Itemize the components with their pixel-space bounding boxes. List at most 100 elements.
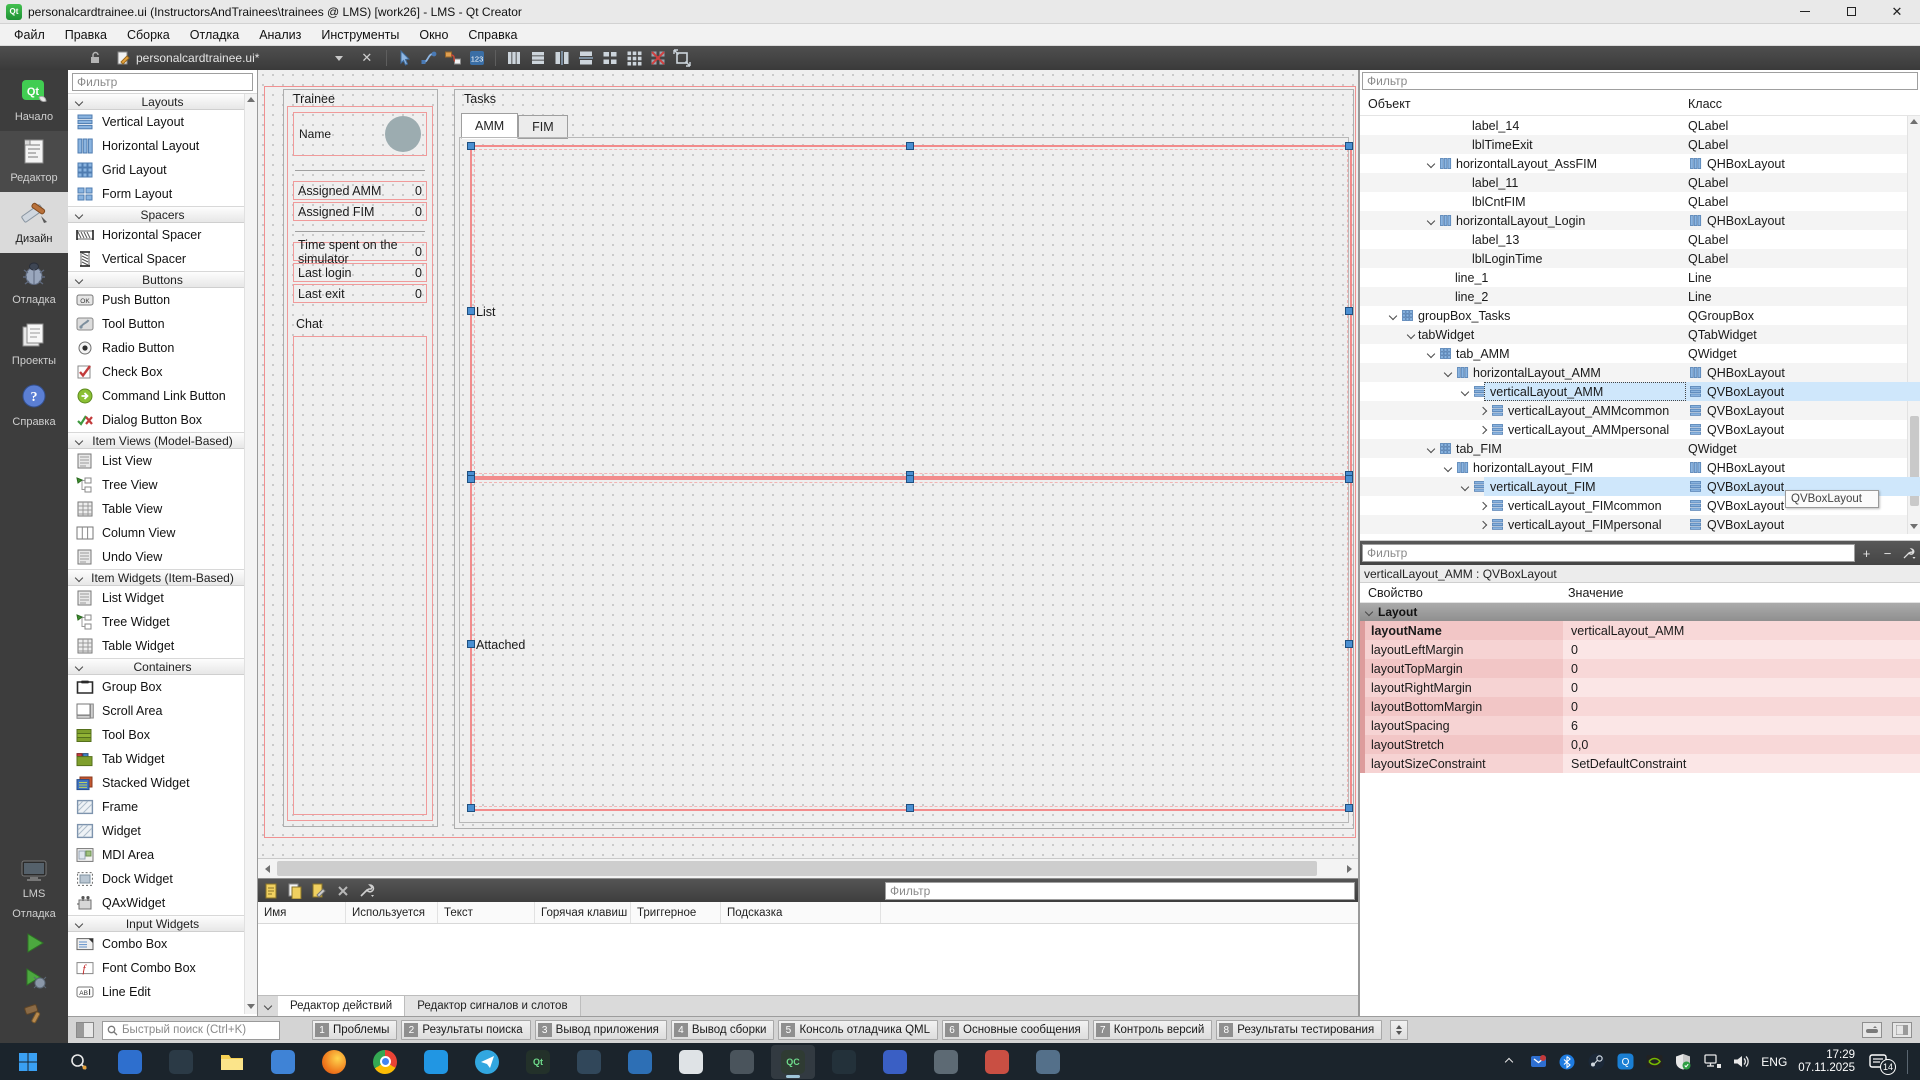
widget-item-qaxwidget[interactable]: QAxWidget	[68, 891, 257, 915]
mode-projects[interactable]: Проекты	[0, 314, 68, 375]
widget-item-stacked-widget[interactable]: Stacked Widget	[68, 771, 257, 795]
widget-item-frame[interactable]: Frame	[68, 795, 257, 819]
document-selector[interactable]: personalcardtrainee.ui*	[110, 49, 265, 67]
action-filter-input[interactable]	[885, 882, 1355, 900]
widget-item-vertical-layout[interactable]: Vertical Layout	[68, 110, 257, 134]
widget-item-horizontal-spacer[interactable]: Horizontal Spacer	[68, 223, 257, 247]
menu-item-6[interactable]: Инструменты	[311, 25, 409, 45]
object-tree-row-verticalLayout_AMMpersonal[interactable]: verticalLayout_AMMpersonalQVBoxLayout	[1360, 420, 1920, 439]
name-row[interactable]: Name	[293, 112, 427, 156]
property-value[interactable]: 0	[1563, 678, 1920, 697]
scroll-left-button[interactable]	[258, 860, 276, 878]
widget-section-layouts[interactable]: Layouts	[68, 93, 257, 110]
build-button[interactable]	[0, 1000, 68, 1029]
show-desktop-button[interactable]	[1907, 1050, 1910, 1074]
object-tree-row-horizontalLayout_AMM[interactable]: horizontalLayout_AMMQHBoxLayout	[1360, 363, 1920, 382]
property-value[interactable]: verticalLayout_AMM	[1563, 621, 1920, 640]
widget-box-scrollbar[interactable]	[244, 94, 257, 1014]
action-column-2[interactable]: Используется	[346, 902, 438, 923]
stat-row-4[interactable]: Last login0	[293, 263, 427, 282]
resize-handle[interactable]	[467, 307, 475, 315]
taskbar-app-file-explorer[interactable]	[210, 1045, 254, 1079]
document-dropdown-icon[interactable]	[335, 56, 343, 61]
lay-out-form-button[interactable]	[599, 48, 621, 68]
taskbar-app-app-chip[interactable]	[924, 1045, 968, 1079]
object-tree-row-label_13[interactable]: label_13QLabel	[1360, 230, 1920, 249]
taskbar-app-app-blue-2[interactable]	[618, 1045, 662, 1079]
resize-handle[interactable]	[906, 804, 914, 812]
chevron-right-icon[interactable]	[1479, 406, 1487, 414]
widget-item-push-button[interactable]: OKPush Button	[68, 288, 257, 312]
property-settings-button[interactable]	[1899, 544, 1918, 562]
taskbar-app-firefox[interactable]	[312, 1045, 356, 1079]
widget-item-table-view[interactable]: Table View	[68, 497, 257, 521]
title-bar[interactable]: Qt personalcardtrainee.ui (InstructorsAn…	[0, 0, 1920, 24]
widget-section-containers[interactable]: Containers	[68, 658, 257, 675]
scroll-down-icon[interactable]	[1910, 524, 1918, 529]
action-column-3[interactable]: Текст	[438, 902, 535, 923]
anydesk-icon[interactable]: Q	[1616, 1053, 1634, 1071]
property-row-layoutBottomMargin[interactable]: layoutBottomMargin0	[1360, 697, 1920, 716]
property-value[interactable]: 6	[1563, 716, 1920, 735]
chevron-right-icon[interactable]	[1479, 520, 1487, 528]
object-tree-row-horizontalLayout_Login[interactable]: horizontalLayout_LoginQHBoxLayout	[1360, 211, 1920, 230]
object-inspector-filter-input[interactable]	[1362, 72, 1918, 90]
taskbar-search-button[interactable]	[57, 1045, 101, 1079]
add-property-button[interactable]: +	[1857, 544, 1876, 562]
edit-widgets-button[interactable]	[394, 48, 416, 68]
output-pane-6[interactable]: 6Основные сообщения	[942, 1020, 1089, 1040]
resize-handle[interactable]	[467, 804, 475, 812]
new-action-button[interactable]	[261, 882, 281, 900]
network-icon[interactable]	[1703, 1053, 1721, 1071]
resize-handle[interactable]	[1345, 804, 1353, 812]
minimize-button[interactable]	[1782, 0, 1828, 23]
trainee-group-box[interactable]: Trainee Name Assigned AMM0Assigned FIM0 …	[283, 89, 438, 827]
object-tree-row-verticalLayout_AMMcommon[interactable]: verticalLayout_AMMcommonQVBoxLayout	[1360, 401, 1920, 420]
notification-button[interactable]: 14	[1866, 1052, 1890, 1072]
object-tree-row-horizontalLayout_FIM[interactable]: horizontalLayout_FIMQHBoxLayout	[1360, 458, 1920, 477]
stat-row-1[interactable]: Assigned AMM0	[293, 181, 427, 200]
scroll-up-icon[interactable]	[247, 97, 255, 102]
widget-section-buttons[interactable]: Buttons	[68, 271, 257, 288]
hidden-icons-chevron[interactable]	[1500, 1053, 1518, 1071]
widget-item-undo-view[interactable]: Undo View	[68, 545, 257, 569]
widget-item-combo-box[interactable]: Combo Box	[68, 932, 257, 956]
adjust-size-button[interactable]	[671, 48, 693, 68]
property-value[interactable]: 0,0	[1563, 735, 1920, 754]
configure-actions-button[interactable]	[357, 882, 377, 900]
property-row-layoutTopMargin[interactable]: layoutTopMargin0	[1360, 659, 1920, 678]
resize-handle[interactable]	[467, 142, 475, 150]
progress-details-button[interactable]	[1862, 1022, 1882, 1038]
widget-item-tree-widget[interactable]: Tree Widget	[68, 610, 257, 634]
output-pane-2[interactable]: 2Результаты поиска	[401, 1020, 530, 1040]
widget-item-tool-button[interactable]: Tool Button	[68, 312, 257, 336]
stat-row-2[interactable]: Assigned FIM0	[293, 202, 427, 221]
close-button[interactable]: ✕	[1874, 0, 1920, 23]
menu-item-3[interactable]: Сборка	[117, 25, 180, 45]
chevron-down-icon[interactable]	[1427, 216, 1435, 224]
chevron-down-icon[interactable]	[1427, 159, 1435, 167]
bluetooth-icon[interactable]	[1558, 1053, 1576, 1071]
resize-handle[interactable]	[467, 475, 475, 483]
close-document-button[interactable]: ✕	[353, 50, 380, 66]
lay-out-vertically-button[interactable]	[527, 48, 549, 68]
widget-item-form-layout[interactable]: Form Layout	[68, 182, 257, 206]
widget-item-table-widget[interactable]: Table Widget	[68, 634, 257, 658]
mode-edit[interactable]: Редактор	[0, 131, 68, 192]
chevron-down-icon[interactable]	[1389, 311, 1397, 319]
start-button[interactable]	[6, 1045, 50, 1079]
output-pane-5[interactable]: 5Консоль отладчика QML	[778, 1020, 938, 1040]
taskbar-app-app-blue-circle[interactable]	[414, 1045, 458, 1079]
widget-item-horizontal-layout[interactable]: Horizontal Layout	[68, 134, 257, 158]
object-tree-row-label_11[interactable]: label_11QLabel	[1360, 173, 1920, 192]
volume-icon[interactable]	[1732, 1053, 1750, 1071]
widget-section-input-widgets[interactable]: Input Widgets	[68, 915, 257, 932]
canvas-horizontal-scrollbar[interactable]	[258, 858, 1358, 878]
object-tree-row-line_1[interactable]: line_1Line	[1360, 268, 1920, 287]
action-table-body[interactable]	[258, 924, 1358, 995]
resize-handle[interactable]	[906, 475, 914, 483]
property-column-header[interactable]: Свойство	[1368, 586, 1423, 600]
object-tree-row-tab_FIM[interactable]: tab_FIMQWidget	[1360, 439, 1920, 458]
edit-buddies-button[interactable]	[442, 48, 464, 68]
menu-item-1[interactable]: Файл	[4, 25, 55, 45]
